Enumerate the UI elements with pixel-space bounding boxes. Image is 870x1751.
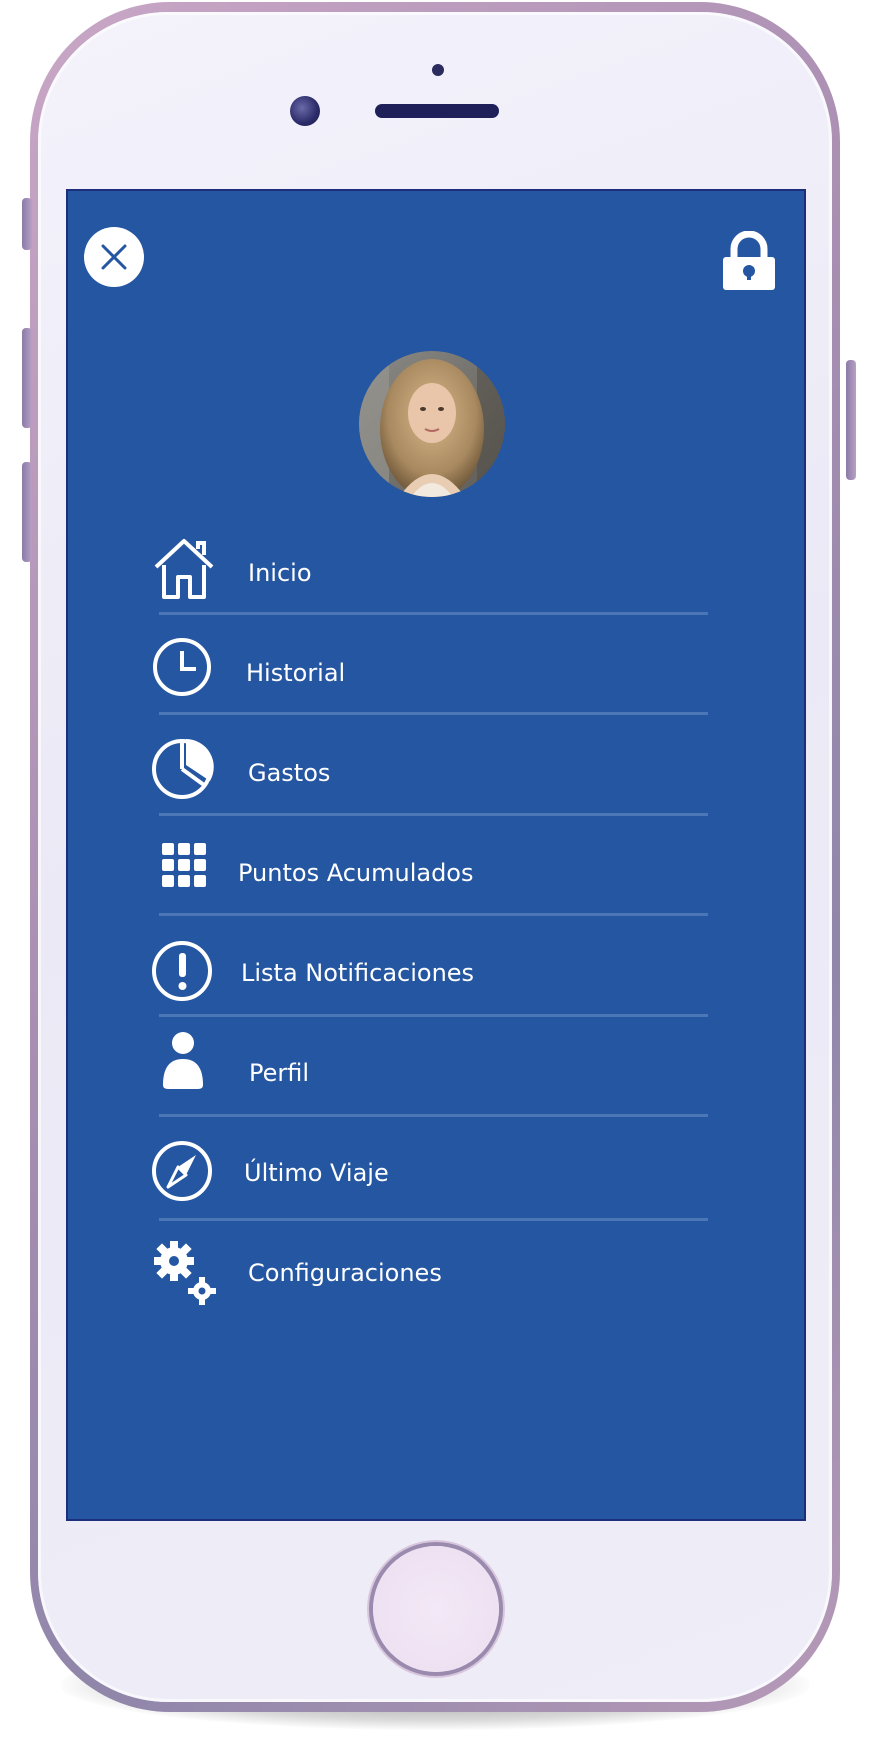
menu-divider (159, 1114, 708, 1117)
menu-item-label: Gastos (248, 759, 331, 787)
menu-item-inicio[interactable]: Inicio (148, 531, 778, 631)
screen: Inicio Historial Gastos Puntos Acumulado… (68, 191, 804, 1519)
menu-divider (159, 813, 708, 816)
home-button[interactable] (373, 1546, 499, 1672)
phone-side-button (846, 360, 856, 480)
phone-side-button (22, 328, 32, 428)
menu-item-gastos[interactable]: Gastos (148, 731, 778, 831)
menu-divider (159, 913, 708, 916)
side-menu: Inicio Historial Gastos Puntos Acumulado… (68, 191, 804, 1519)
grid-icon (162, 843, 206, 887)
earpiece-speaker (375, 104, 499, 118)
proximity-sensor (432, 64, 444, 76)
menu-item-label: Configuraciones (248, 1259, 442, 1287)
front-camera (290, 96, 320, 126)
menu-item-label: Historial (246, 659, 346, 687)
menu-item-label: Inicio (248, 559, 312, 587)
menu-item-ultimo-viaje[interactable]: Último Viaje (148, 1131, 778, 1231)
menu-item-configuraciones[interactable]: Configuraciones (148, 1231, 778, 1331)
menu-item-label: Último Viaje (244, 1159, 389, 1187)
menu-divider (159, 1218, 708, 1221)
phone-side-button (22, 462, 32, 562)
menu-item-historial[interactable]: Historial (148, 631, 778, 731)
menu-divider (159, 612, 708, 615)
user-icon (163, 1032, 203, 1089)
menu-divider (159, 1014, 708, 1017)
gears-icon (154, 1241, 216, 1305)
menu-item-label: Lista Notificaciones (241, 959, 475, 987)
menu-divider (159, 712, 708, 715)
phone-side-button (22, 198, 32, 250)
menu-item-label: Puntos Acumulados (238, 859, 474, 887)
compass-icon (152, 1141, 212, 1201)
menu-item-label: Perfil (249, 1059, 310, 1087)
alert-icon (152, 941, 212, 1001)
pie-chart-icon (152, 739, 214, 799)
clock-icon (153, 638, 211, 696)
menu-item-puntos-acumulados[interactable]: Puntos Acumulados (148, 831, 778, 931)
home-icon (154, 539, 214, 599)
